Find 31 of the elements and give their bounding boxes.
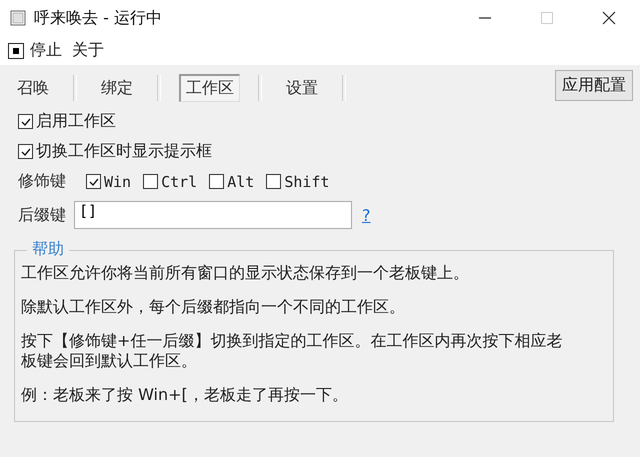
suffix-label: 后缀键 (18, 204, 66, 226)
modifier-checkbox[interactable]: Win (86, 172, 132, 190)
checkbox[interactable] (18, 114, 33, 129)
tab[interactable]: 召唤 (11, 74, 55, 102)
modifier-checkbox[interactable]: Shift (266, 172, 330, 190)
help-text: 工作区允许你将当前所有窗口的显示状态保存到一个老板键上。 (21, 263, 470, 283)
help-text: 按下【修饰键+任一后缀】切换到指定的工作区。在工作区内再次按下相应老板键会回到默认工作区。 (21, 331, 564, 371)
modifier-checkbox[interactable]: Ctrl (143, 172, 198, 190)
stop-icon (8, 42, 24, 58)
tab[interactable]: 绑定 (95, 74, 139, 102)
close-icon[interactable] (602, 11, 616, 25)
tab[interactable]: 设置 (280, 74, 324, 102)
tab[interactable]: 工作区 (179, 74, 240, 102)
modifier-checkbox[interactable]: Alt (209, 172, 254, 190)
menu-item[interactable]: 停止 (8, 40, 62, 61)
checkbox-option[interactable]: 启用工作区 (18, 111, 633, 132)
app-icon (10, 10, 26, 26)
suffix-field[interactable]: [] (74, 201, 352, 229)
checkbox[interactable] (209, 174, 224, 189)
checkbox[interactable] (266, 174, 282, 189)
help-text: 除默认工作区外，每个后缀都指向一个不同的工作区。 (21, 297, 406, 317)
apply-button[interactable]: 应用配置 (555, 70, 633, 101)
checkbox[interactable] (143, 174, 158, 189)
window-title: 呼来唤去 - 运行中 (34, 8, 162, 28)
menu-item[interactable]: 关于 (72, 40, 104, 61)
checkbox-option[interactable]: 切换工作区时显示提示框 (18, 141, 633, 162)
checkbox[interactable] (86, 174, 101, 189)
modifier-label: 修饰键 (18, 171, 66, 192)
checkbox[interactable] (18, 144, 33, 159)
help-link[interactable]: ? (362, 206, 370, 224)
help-text: 例：老板来了按 Win+[，老板走了再按一下。 (21, 385, 349, 405)
